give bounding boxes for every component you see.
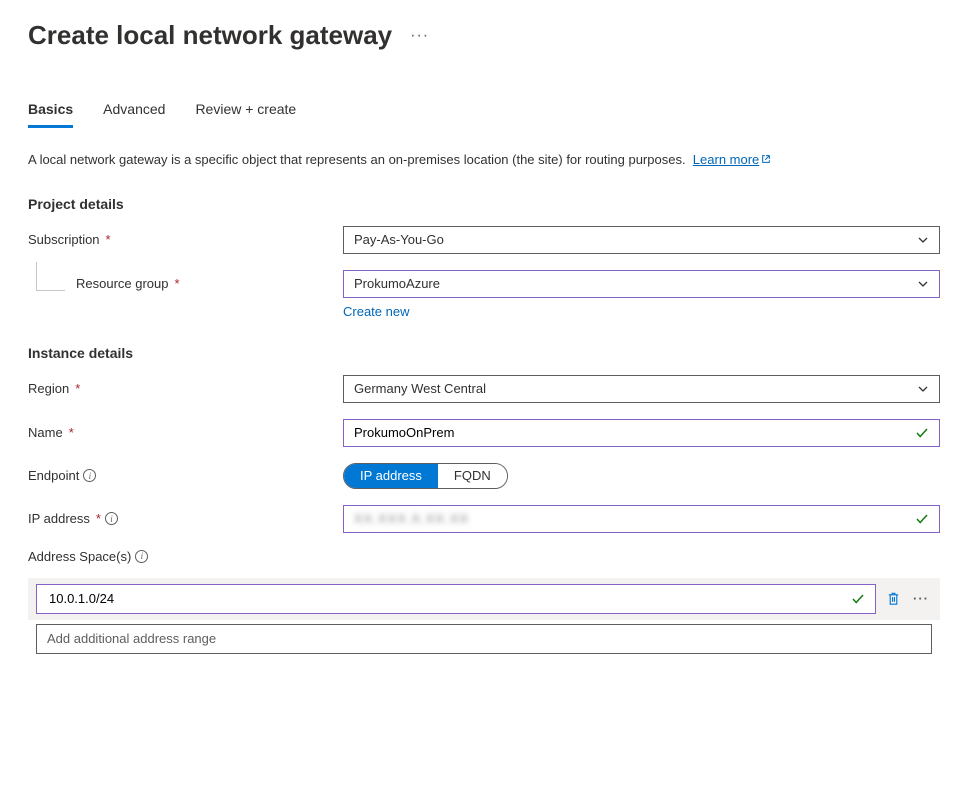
label-ip-address: IP address* i [28,511,343,526]
endpoint-option-ip[interactable]: IP address [344,464,438,488]
label-name: Name* [28,425,343,440]
subscription-select[interactable]: Pay-As-You-Go [343,226,940,254]
delete-address-button[interactable] [882,584,904,614]
tab-review-create[interactable]: Review + create [195,101,296,128]
region-select[interactable]: Germany West Central [343,375,940,403]
trash-icon [886,591,901,606]
check-icon [915,512,929,526]
label-region: Region* [28,381,343,396]
label-address-spaces: Address Space(s) i [28,549,343,564]
external-link-icon [761,154,771,164]
chevron-down-icon [917,234,929,246]
address-more-button[interactable]: ··· [910,584,932,614]
endpoint-option-fqdn[interactable]: FQDN [438,464,507,488]
resource-group-select[interactable]: ProkumoAzure [343,270,940,298]
section-instance-details: Instance details [28,345,940,361]
add-address-range-input[interactable]: Add additional address range [36,624,932,654]
create-new-resource-group-link[interactable]: Create new [343,304,940,319]
more-options-icon[interactable]: ··· [410,27,429,45]
section-project-details: Project details [28,196,940,212]
tab-bar: Basics Advanced Review + create [28,101,940,128]
tab-advanced[interactable]: Advanced [103,101,165,128]
ip-address-input[interactable]: XX.XXX.X.XX.XX [343,505,940,533]
info-icon[interactable]: i [83,469,96,482]
address-space-input[interactable] [36,584,876,614]
endpoint-toggle: IP address FQDN [343,463,508,489]
label-resource-group: Resource group* [28,276,343,291]
page-title: Create local network gateway [28,20,392,51]
address-space-row: ··· [28,578,940,620]
info-icon[interactable]: i [105,512,118,525]
tab-basics[interactable]: Basics [28,101,73,128]
label-endpoint: Endpoint i [28,468,343,483]
name-input[interactable] [343,419,940,447]
learn-more-link[interactable]: Learn more [693,152,771,167]
info-icon[interactable]: i [135,550,148,563]
check-icon [915,426,929,440]
chevron-down-icon [917,278,929,290]
chevron-down-icon [917,383,929,395]
check-icon [851,592,865,606]
label-subscription: Subscription* [28,232,343,247]
more-dots-icon: ··· [913,591,929,606]
description-text: A local network gateway is a specific ob… [28,150,940,170]
